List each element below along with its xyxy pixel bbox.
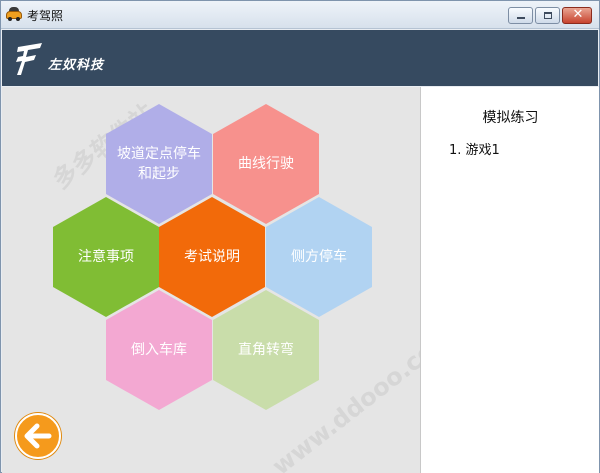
hex-label: 坡道定点停车 和起步 (117, 146, 201, 182)
hex-label: 侧方停车 (291, 249, 347, 265)
app-window: 考驾照 ✕ 左奴科技 多多软件站 www.ddooo.com 坡道定点停车 和起… (0, 0, 600, 473)
back-button[interactable] (15, 413, 61, 459)
minimize-button[interactable] (508, 7, 533, 24)
title-bar[interactable]: 考驾照 ✕ (1, 1, 599, 29)
main-menu-area: 多多软件站 www.ddooo.com 坡道定点停车 和起步 曲线行驶 注意事项… (2, 87, 460, 473)
list-item-game1[interactable]: 1. 游戏1 (449, 139, 500, 158)
logo-icon (16, 43, 42, 75)
maximize-button[interactable] (535, 7, 560, 24)
hex-label: 直角转弯 (238, 342, 294, 358)
close-icon: ✕ (572, 7, 584, 22)
app-header: 左奴科技 (2, 30, 598, 86)
hex-label: 曲线行驶 (238, 156, 294, 172)
car-icon (6, 7, 22, 21)
arrow-left-icon (24, 423, 52, 449)
minimize-icon (517, 17, 525, 19)
hex-label: 注意事项 (78, 249, 134, 265)
hex-label: 考试说明 (184, 249, 240, 265)
window-title: 考驾照 (27, 9, 64, 23)
panel-title: 模拟练习 (482, 110, 539, 126)
maximize-icon (544, 12, 552, 19)
practice-panel: 模拟练习 1. 游戏1 (420, 87, 599, 473)
close-button[interactable]: ✕ (562, 7, 592, 24)
logo-text: 左奴科技 (48, 58, 105, 73)
hex-label: 倒入车库 (131, 342, 187, 358)
